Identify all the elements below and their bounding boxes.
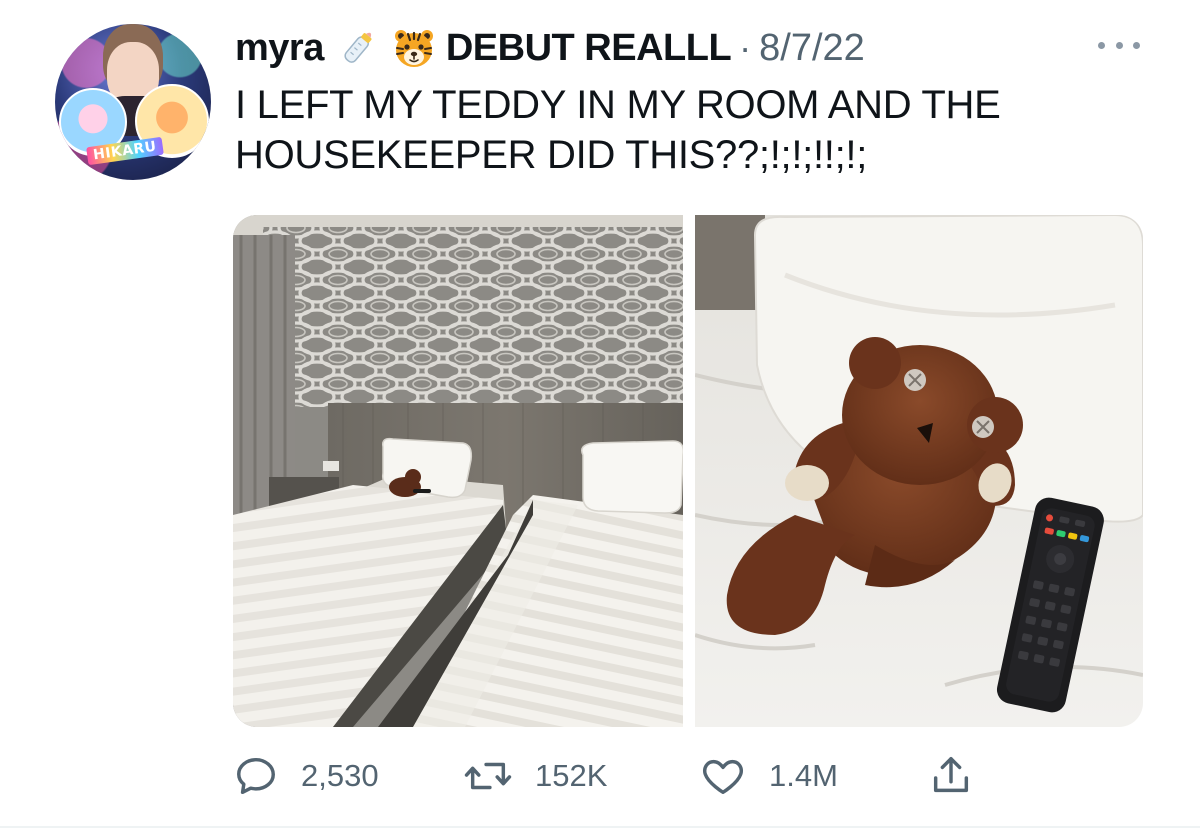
tweet-media	[233, 215, 1143, 727]
like-button[interactable]: 1.4M	[699, 748, 838, 804]
retweet-button[interactable]: 152K	[463, 748, 607, 804]
tweet-text-line-1: I LEFT MY TEDDY IN MY ROOM AND THE	[235, 83, 1001, 127]
more-dot	[1133, 41, 1140, 49]
header-separator: ·	[739, 27, 752, 68]
share-icon	[933, 757, 969, 793]
teddy-bear-with-tv-remote-photo[interactable]	[695, 215, 1143, 727]
share-button[interactable]	[928, 748, 974, 804]
tweet-header: myra DEBUT REALLL · 8/7/22	[235, 20, 865, 76]
display-name[interactable]: myra	[235, 27, 324, 70]
tweet: HIKARU myra DEBUT REALLL · 8/7/22 I LEFT…	[0, 0, 1200, 828]
reply-button[interactable]: 2,530	[233, 748, 379, 804]
tiger-face-emoji-icon	[392, 26, 436, 70]
hotel-room-two-beds-photo[interactable]	[233, 215, 683, 727]
retweet-count: 152K	[535, 758, 608, 793]
avatar[interactable]: HIKARU	[55, 24, 211, 180]
like-count: 1.4M	[769, 758, 838, 793]
more-dot	[1115, 41, 1123, 49]
baby-bottle-emoji-icon	[336, 26, 380, 70]
more-options-icon[interactable]	[1098, 37, 1140, 53]
heart-icon	[703, 759, 743, 795]
reply-count: 2,530	[301, 758, 379, 793]
more-dot	[1098, 41, 1105, 49]
tweet-text-line-2: HOUSEKEEPER DID THIS??;!;!;!!;!;	[235, 133, 868, 177]
tweet-actions: 2,530 152K 1.4M	[233, 748, 993, 804]
retweet-icon	[464, 762, 512, 790]
display-name-suffix[interactable]: DEBUT REALLL	[446, 27, 732, 70]
reply-icon	[237, 757, 275, 795]
tweet-date[interactable]: 8/7/22	[759, 27, 865, 70]
tweet-text: I LEFT MY TEDDY IN MY ROOM AND THE HOUSE…	[235, 80, 1135, 180]
